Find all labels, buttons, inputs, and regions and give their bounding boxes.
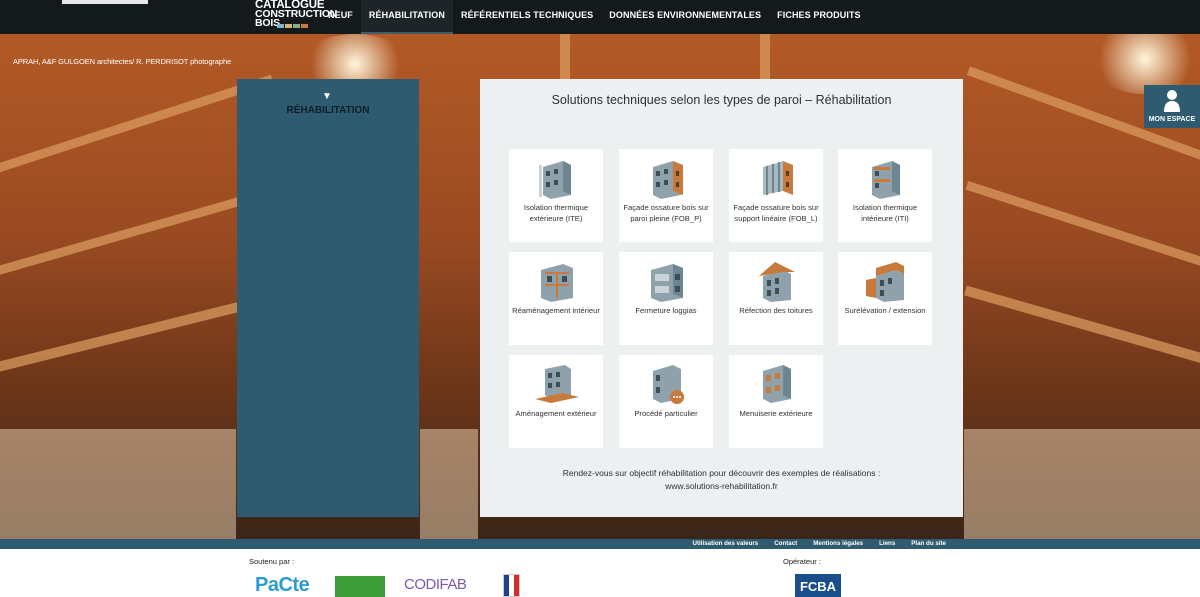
triangle-down-icon: ▼ <box>322 91 332 102</box>
pacte-logo[interactable]: PaCte <box>255 574 310 597</box>
interior-rework-icon <box>541 264 573 302</box>
operator-label: Opérateur : <box>783 557 821 566</box>
fob-p-wall-icon <box>653 161 683 199</box>
card-label: Réaménagement intérieur <box>512 306 600 315</box>
special-process-icon <box>653 365 684 404</box>
nav-neuf[interactable]: NEUF <box>320 0 361 34</box>
card-ite[interactable]: Isolation thermique extérieure (ITE) <box>509 149 603 242</box>
logo-color-strip <box>277 24 308 28</box>
sponsor-green-logo[interactable] <box>335 576 385 597</box>
solutions-panel: Solutions techniques selon les types de … <box>480 79 963 517</box>
footer-link-plan[interactable]: Plan du site <box>911 540 946 547</box>
sidebar-panel: ▼ RÉHABILITATION <box>237 79 419 517</box>
card-procede-particulier[interactable]: Procédé particulier <box>619 355 713 448</box>
mon-espace-label: MON ESPACE <box>1148 116 1196 123</box>
card-fob-p[interactable]: Façade ossature bois sur paroi pleine (F… <box>619 149 713 242</box>
joinery-icon <box>763 365 791 403</box>
footer-link-liens[interactable]: Liens <box>879 540 895 547</box>
user-icon <box>1164 90 1180 112</box>
window-shutters <box>964 429 1200 539</box>
iti-wall-icon <box>872 161 900 199</box>
sidebar-title: RÉHABILITATION <box>286 105 370 116</box>
roof-beam <box>0 297 257 381</box>
card-label: Isolation thermique intérieure (ITI) <box>852 203 918 223</box>
roof-beam <box>0 74 274 183</box>
top-bar: CATALOGUE CONSTRUCTION BOIS NEUF RÉHABIL… <box>0 0 1200 34</box>
roof-post <box>560 34 570 79</box>
panel-title: Solutions techniques selon les types de … <box>551 93 892 107</box>
window-shutters <box>0 429 236 539</box>
main-nav: NEUF RÉHABILITATION RÉFÉRENTIELS TECHNIQ… <box>320 0 869 34</box>
rehab-info-line: Rendez-vous sur objectif réhabilitation … <box>562 468 881 478</box>
loggia-icon <box>651 264 683 302</box>
supported-by-label: Soutenu par : <box>249 557 295 566</box>
fob-l-wall-icon <box>763 161 793 195</box>
photo-credit: APRAH, A&F GULGOEN architectes/ R. PERDR… <box>13 57 232 66</box>
exterior-layout-icon <box>535 365 579 403</box>
roof-beam <box>965 180 1200 277</box>
card-amenagement-exterieur[interactable]: Aménagement extérieur <box>509 355 603 448</box>
top-cut-banner <box>62 0 148 4</box>
ite-wall-icon <box>539 161 571 199</box>
extension-icon <box>866 262 904 302</box>
nav-donnees-environnementales[interactable]: DONNÉES ENVIRONNEMENTALES <box>601 0 769 34</box>
card-label: Façade ossature bois sur paroi pleine (F… <box>623 203 709 223</box>
window-shutters <box>420 429 478 539</box>
footer-sponsors <box>0 549 1200 597</box>
card-toitures[interactable]: Réfection des toitures <box>729 252 823 345</box>
card-label: Aménagement extérieur <box>515 409 597 418</box>
roof-beam <box>964 285 1200 373</box>
card-label: Surélévation / extension <box>844 306 926 315</box>
card-label: Procédé particulier <box>634 409 698 418</box>
fcba-logo[interactable]: FCBA <box>795 574 841 597</box>
mon-espace-button[interactable]: MON ESPACE <box>1144 85 1200 128</box>
card-menuiserie[interactable]: Menuiserie extérieure <box>729 355 823 448</box>
card-surelevation[interactable]: Surélévation / extension <box>838 252 932 345</box>
republique-logo[interactable] <box>503 574 520 597</box>
card-reamenagement[interactable]: Réaménagement intérieur <box>509 252 603 345</box>
card-iti[interactable]: Isolation thermique intérieure (ITI) <box>838 149 932 242</box>
nav-rehabilitation[interactable]: RÉHABILITATION <box>360 0 453 34</box>
footer-link-utilisation[interactable]: Utilisation des valeurs <box>693 540 759 547</box>
footer-links: Utilisation des valeurs Contact Mentions… <box>693 540 946 547</box>
footer-link-mentions[interactable]: Mentions légales <box>813 540 863 547</box>
rehab-info-text: Rendez-vous sur objectif réhabilitation … <box>480 467 963 493</box>
card-label: Fermeture loggias <box>635 306 697 315</box>
site-logo[interactable]: CATALOGUE CONSTRUCTION BOIS <box>255 0 337 33</box>
card-label: Façade ossature bois sur support linéair… <box>733 203 819 223</box>
footer-bar <box>0 539 1200 549</box>
rehab-info-link[interactable]: www.solutions-rehabilitation.fr <box>480 480 963 493</box>
card-fob-l[interactable]: Façade ossature bois sur support linéair… <box>729 149 823 242</box>
card-label: Isolation thermique extérieure (ITE) <box>523 203 589 223</box>
roof-icon <box>759 262 795 302</box>
footer-link-contact[interactable]: Contact <box>774 540 797 547</box>
codifab-logo[interactable]: CODIFAB <box>404 576 467 597</box>
card-label: Menuiserie extérieure <box>739 409 813 418</box>
card-loggias[interactable]: Fermeture loggias <box>619 252 713 345</box>
roof-post <box>760 34 770 79</box>
nav-fiches-produits[interactable]: FICHES PRODUITS <box>769 0 869 34</box>
nav-referentiels[interactable]: RÉFÉRENTIELS TECHNIQUES <box>453 0 601 34</box>
card-label: Réfection des toitures <box>739 306 813 315</box>
roof-beam <box>0 195 246 282</box>
